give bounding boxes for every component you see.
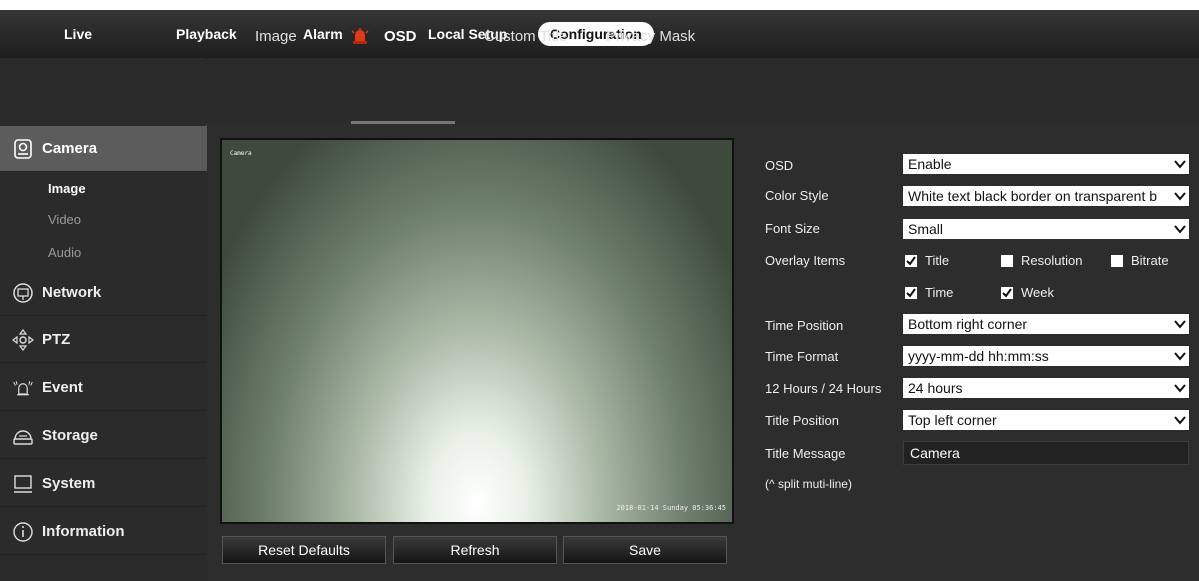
sidebar-item-event[interactable]: Event: [0, 365, 206, 411]
overlay-resolution-checkbox[interactable]: Resolution: [1001, 253, 1082, 268]
overlay-items-label: Overlay Items: [765, 253, 846, 268]
tab-bar: [207, 58, 1199, 124]
sidebar-item-label: PTZ: [42, 331, 71, 348]
sidebar-item-label: Storage: [42, 427, 98, 444]
checkbox-box: [1111, 254, 1123, 267]
tab-privacy-mask[interactable]: Privacy Mask: [606, 28, 695, 45]
title-message-label: Title Message: [765, 446, 846, 461]
osd-label: OSD: [765, 158, 794, 173]
checkbox-label: Bitrate: [1131, 253, 1169, 268]
font-size-select[interactable]: Small: [903, 219, 1189, 239]
save-button[interactable]: Save: [563, 536, 727, 564]
monitor-icon: [12, 473, 34, 495]
checkbox-label: Time: [925, 285, 954, 300]
hours-format-select[interactable]: 24 hours: [903, 378, 1189, 398]
sidebar-sub-image[interactable]: Image: [48, 181, 86, 196]
storage-icon: [12, 425, 34, 447]
checkbox-box: [905, 254, 917, 267]
nav-alarm-label: Alarm: [303, 26, 343, 42]
tab-osd[interactable]: OSD: [384, 28, 417, 45]
checkmark-icon: [906, 255, 916, 266]
nav-live[interactable]: Live: [64, 22, 92, 46]
nav-playback[interactable]: Playback: [176, 22, 237, 46]
time-position-label: Time Position: [765, 318, 844, 333]
info-icon: [12, 521, 34, 543]
hours-format-select-value: 24 hours: [908, 380, 963, 396]
tab-custom-title[interactable]: Custom Title: [484, 28, 567, 45]
title-position-select-value: Top left corner: [908, 412, 997, 428]
title-position-select[interactable]: Top left corner: [903, 410, 1189, 430]
sidebar-item-storage[interactable]: Storage: [0, 413, 206, 459]
preview-title-overlay: Camera: [230, 150, 252, 157]
network-icon: [12, 282, 34, 304]
alarm-icon: [351, 27, 369, 45]
chevron-down-icon: [1174, 160, 1186, 169]
chevron-down-icon: [1174, 384, 1186, 393]
checkbox-box: [1001, 254, 1013, 267]
chevron-down-icon: [1174, 352, 1186, 361]
overlay-bitrate-checkbox[interactable]: Bitrate: [1111, 253, 1169, 268]
top-edge: [0, 0, 1199, 10]
ptz-icon: [12, 328, 34, 351]
chevron-down-icon: [1174, 320, 1186, 329]
title-position-label: Title Position: [765, 413, 839, 428]
preview-time-overlay: 2018-01-14 Sunday 05:36:45: [616, 504, 726, 512]
sidebar-item-label: Camera: [42, 140, 98, 157]
checkbox-label: Resolution: [1021, 253, 1083, 268]
chevron-down-icon: [1174, 190, 1186, 202]
color-style-select[interactable]: White text black border on transparent b: [903, 186, 1189, 206]
split-hint-label: (^ split muti-line): [765, 477, 852, 491]
osd-select[interactable]: Enable: [903, 154, 1189, 174]
reset-defaults-button[interactable]: Reset Defaults: [222, 536, 386, 564]
checkmark-icon: [906, 287, 916, 298]
refresh-button[interactable]: Refresh: [393, 536, 557, 564]
overlay-week-checkbox[interactable]: Week: [1001, 285, 1054, 300]
camera-icon: [12, 138, 34, 160]
checkmark-icon: [1002, 287, 1012, 298]
chevron-down-icon: [1174, 225, 1186, 234]
time-format-select[interactable]: yyyy-mm-dd hh:mm:ss: [903, 346, 1189, 366]
nav-alarm[interactable]: Alarm: [303, 22, 369, 46]
sidebar-sub-video[interactable]: Video: [48, 212, 81, 227]
overlay-title-checkbox[interactable]: Title: [905, 253, 949, 268]
color-style-label: Color Style: [765, 188, 829, 203]
sidebar-item-network[interactable]: Network: [0, 270, 206, 316]
chevron-down-icon: [1174, 416, 1186, 425]
hours-format-label: 12 Hours / 24 Hours: [765, 381, 882, 396]
title-message-input[interactable]: Camera: [903, 441, 1189, 465]
sidebar-item-system[interactable]: System: [0, 461, 206, 507]
top-nav-bar: Live Playback Alarm Local Setup Configur…: [0, 0, 1199, 59]
checkbox-label: Week: [1021, 285, 1054, 300]
event-icon: [12, 377, 34, 399]
sidebar-item-camera[interactable]: Camera: [0, 126, 206, 172]
font-size-label: Font Size: [765, 221, 820, 236]
time-position-select[interactable]: Bottom right corner: [903, 314, 1189, 334]
osd-select-value: Enable: [908, 156, 952, 172]
time-position-select-value: Bottom right corner: [908, 316, 1028, 332]
color-style-select-value: White text black border on transparent b: [908, 188, 1158, 204]
checkbox-box: [1001, 286, 1013, 299]
sidebar-item-label: System: [42, 475, 96, 492]
sidebar-item-ptz[interactable]: PTZ: [0, 317, 206, 363]
sidebar-item-label: Network: [42, 284, 102, 301]
sidebar-item-information[interactable]: Information: [0, 509, 206, 555]
time-format-select-value: yyyy-mm-dd hh:mm:ss: [908, 348, 1049, 364]
sidebar-sub-audio[interactable]: Audio: [48, 245, 81, 260]
overlay-time-checkbox[interactable]: Time: [905, 285, 953, 300]
font-size-select-value: Small: [908, 221, 944, 237]
sidebar-item-label: Information: [42, 523, 125, 540]
sidebar-item-label: Event: [42, 379, 83, 396]
video-preview[interactable]: Camera 2018-01-14 Sunday 05:36:45: [220, 138, 734, 524]
active-tab-underline: [351, 121, 455, 124]
tab-image[interactable]: Image: [255, 28, 297, 45]
time-format-label: Time Format: [765, 349, 839, 364]
checkbox-box: [905, 286, 917, 299]
checkbox-label: Title: [925, 253, 950, 268]
